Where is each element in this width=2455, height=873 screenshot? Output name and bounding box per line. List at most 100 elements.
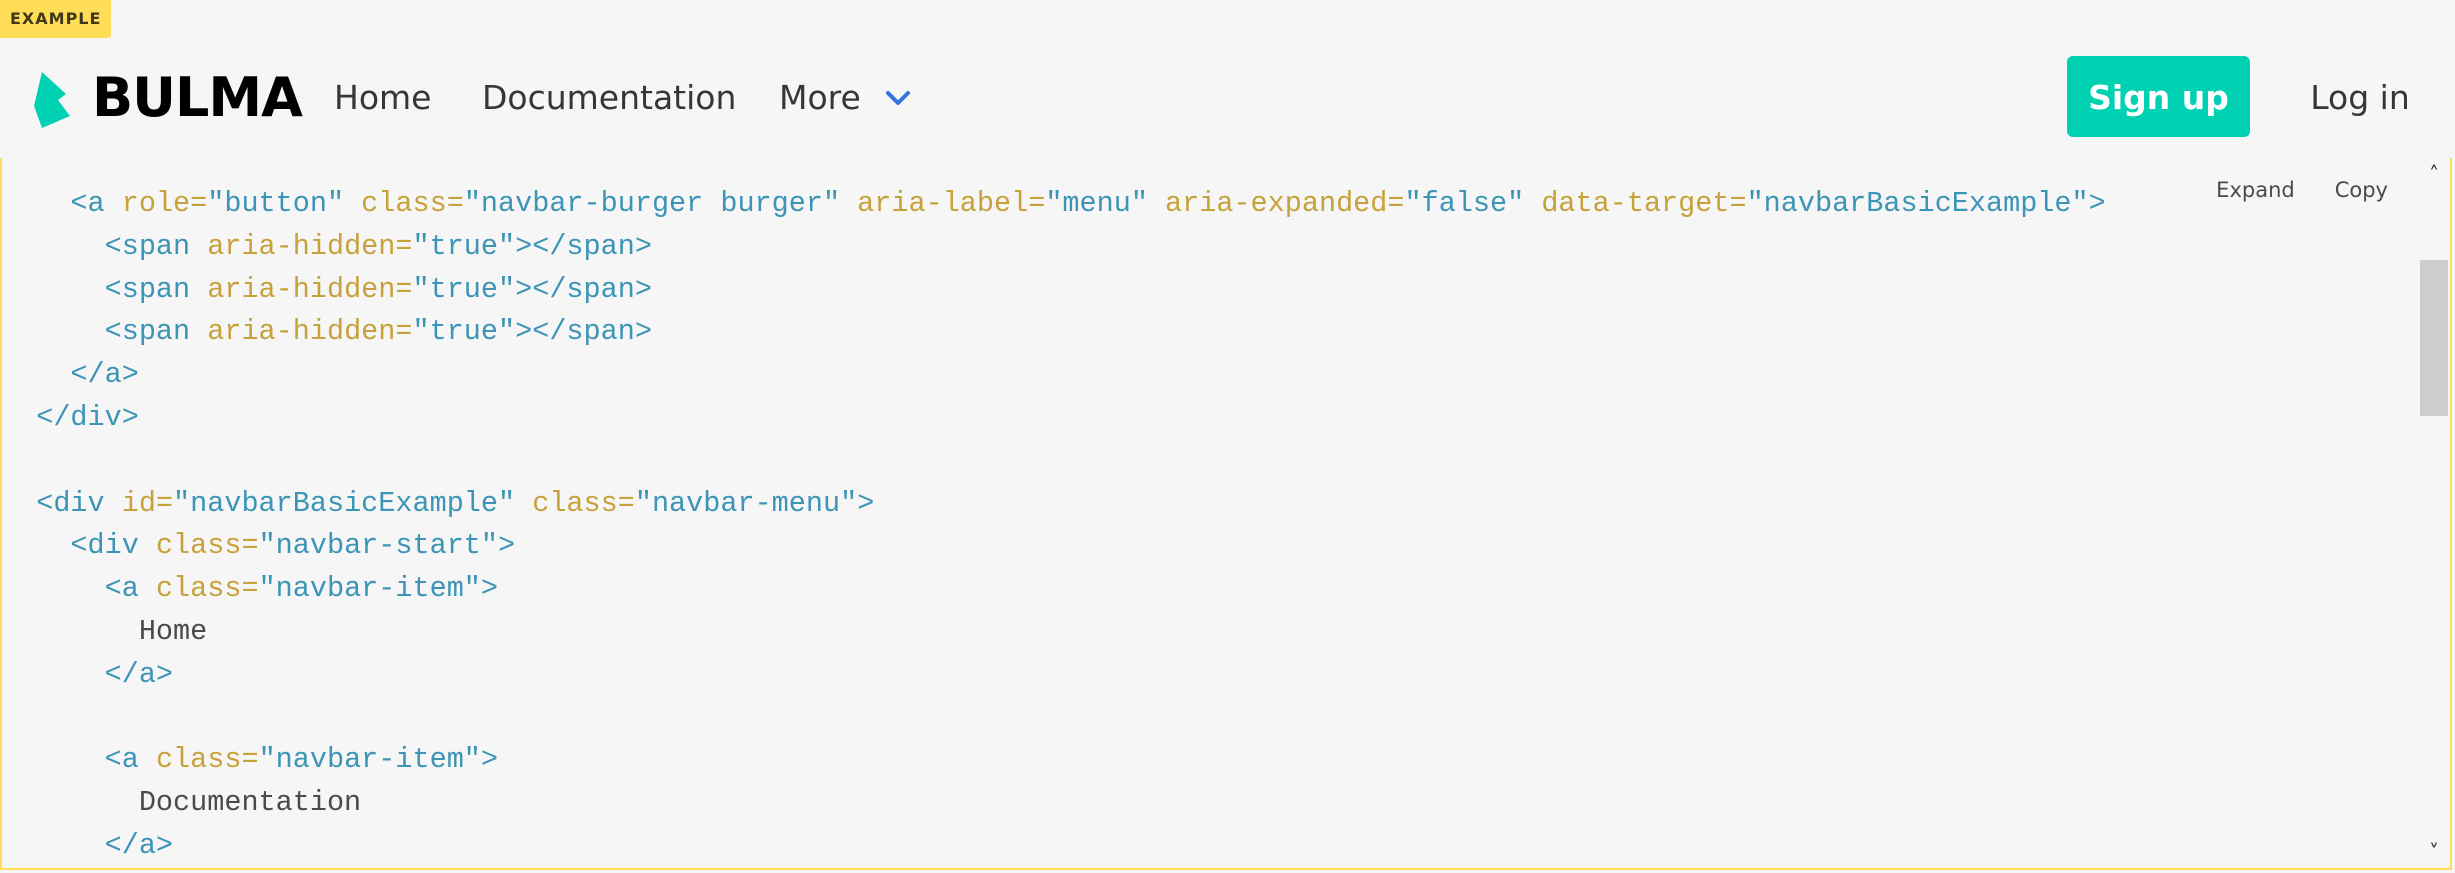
code-line: <a class="navbar-item"> [2, 739, 2402, 782]
code-token-text: Home [138, 614, 208, 648]
code-panel: Expand Copy <a role="button" class="navb… [0, 158, 2452, 870]
code-token-attr: class= [344, 187, 464, 220]
code-token-tag: </div> [36, 400, 139, 434]
code-token-tag: <span [104, 229, 208, 263]
code-token-attr: role= [121, 187, 208, 220]
code-line: <span aria-hidden="true"></span> [2, 311, 2402, 354]
code-token-tag: <div [70, 529, 156, 563]
code-block: <a role="button" class="navbar-burger bu… [2, 183, 2402, 868]
code-token-tag: > [857, 486, 875, 520]
code-line: </a> [2, 654, 2402, 697]
code-token-attr: data-target= [1524, 187, 1747, 220]
scroll-thumb[interactable] [2420, 260, 2448, 416]
code-token-attr: aria-hidden= [207, 315, 413, 349]
code-token-tag: ></span> [515, 315, 652, 349]
chevron-down-icon [885, 91, 910, 105]
code-token-text: Documentation [138, 786, 362, 820]
code-token-attr: class= [155, 743, 259, 777]
code-token-tag: ></span> [515, 272, 652, 306]
code-token-attr: class= [155, 529, 259, 563]
code-line: <a role="button" class="navbar-burger bu… [2, 183, 2402, 226]
code-token-tag: </a> [70, 358, 139, 392]
code-line: </a> [2, 354, 2402, 397]
code-token-attr: aria-hidden= [207, 229, 413, 263]
code-token-val: "true" [412, 229, 516, 263]
code-token-val: "menu" [1045, 187, 1148, 220]
log-in-button[interactable]: Log in [2280, 56, 2440, 137]
nav-item-home[interactable]: Home [334, 38, 431, 158]
code-token-tag: <span [104, 272, 208, 306]
page-root: EXAMPLE BULMA Home Documentation More Si… [0, 0, 2455, 873]
code-token-val: "navbar-start" [258, 529, 499, 563]
code-line: </div> [2, 397, 2402, 440]
brand-name: BULMA [92, 66, 303, 129]
code-token-val: "navbarBasicExample" [173, 486, 516, 520]
code-token-tag: </a> [104, 657, 174, 691]
code-token-val: "true" [412, 315, 516, 349]
code-token-val: "navbar-menu" [634, 486, 858, 520]
code-token-attr: aria-label= [840, 187, 1046, 220]
code-token-val: "false" [1404, 187, 1525, 220]
navbar: BULMA Home Documentation More Sign up Lo… [0, 38, 2455, 158]
code-token-val: "navbar-burger burger" [463, 187, 841, 220]
vertical-scrollbar[interactable]: ˄ ˅ [2418, 158, 2450, 868]
code-line: <span aria-hidden="true"></span> [2, 269, 2402, 312]
code-token-attr: id= [121, 486, 174, 520]
copy-button[interactable]: Copy [2335, 178, 2388, 202]
code-token-tag: ></span> [515, 229, 652, 263]
code-line: <div id="navbarBasicExample" class="navb… [2, 483, 2402, 526]
code-token-tag: <div [36, 486, 122, 520]
nav-item-more-label: More [779, 78, 861, 117]
code-actions: Expand Copy [2176, 178, 2388, 202]
nav-item-documentation[interactable]: Documentation [482, 38, 736, 158]
expand-button[interactable]: Expand [2216, 178, 2295, 202]
code-line: Home [2, 611, 2402, 654]
code-token-val: "navbar-item" [258, 572, 481, 606]
code-token-tag: > [480, 743, 499, 777]
code-line: </a> [2, 825, 2402, 868]
code-line: <div class="navbar-start"> [2, 525, 2402, 568]
code-line: <a class="navbar-item"> [2, 568, 2402, 611]
code-token-tag: </a> [104, 828, 174, 862]
code-token-tag: <a [104, 743, 156, 777]
code-token-tag: > [480, 572, 499, 606]
code-token-val: "navbarBasicExample" [1746, 187, 2089, 220]
code-token-attr: aria-hidden= [207, 272, 413, 306]
code-line: <span aria-hidden="true"></span> [2, 226, 2402, 269]
code-token-tag: > [498, 529, 516, 563]
sign-up-button[interactable]: Sign up [2067, 56, 2250, 137]
code-token-attr: class= [155, 572, 259, 606]
code-token-val: "button" [207, 187, 345, 220]
nav-item-more[interactable]: More [779, 38, 911, 158]
code-token-attr: aria-expanded= [1147, 187, 1405, 220]
code-line: Documentation [2, 782, 2402, 825]
brand-link[interactable]: BULMA [28, 64, 303, 132]
code-token-attr: class= [515, 486, 635, 520]
code-token-tag: > [2088, 187, 2106, 220]
example-tag: EXAMPLE [0, 0, 112, 38]
code-token-val: "navbar-item" [258, 743, 481, 777]
scroll-up-arrow-icon[interactable]: ˄ [2418, 162, 2450, 186]
code-token-val: "true" [412, 272, 516, 306]
code-token-tag: <a [104, 572, 156, 606]
bulma-logo-icon [34, 72, 70, 128]
code-token-tag: <span [104, 315, 208, 349]
code-token-tag: <a [70, 187, 122, 220]
scroll-down-arrow-icon[interactable]: ˅ [2418, 840, 2450, 864]
